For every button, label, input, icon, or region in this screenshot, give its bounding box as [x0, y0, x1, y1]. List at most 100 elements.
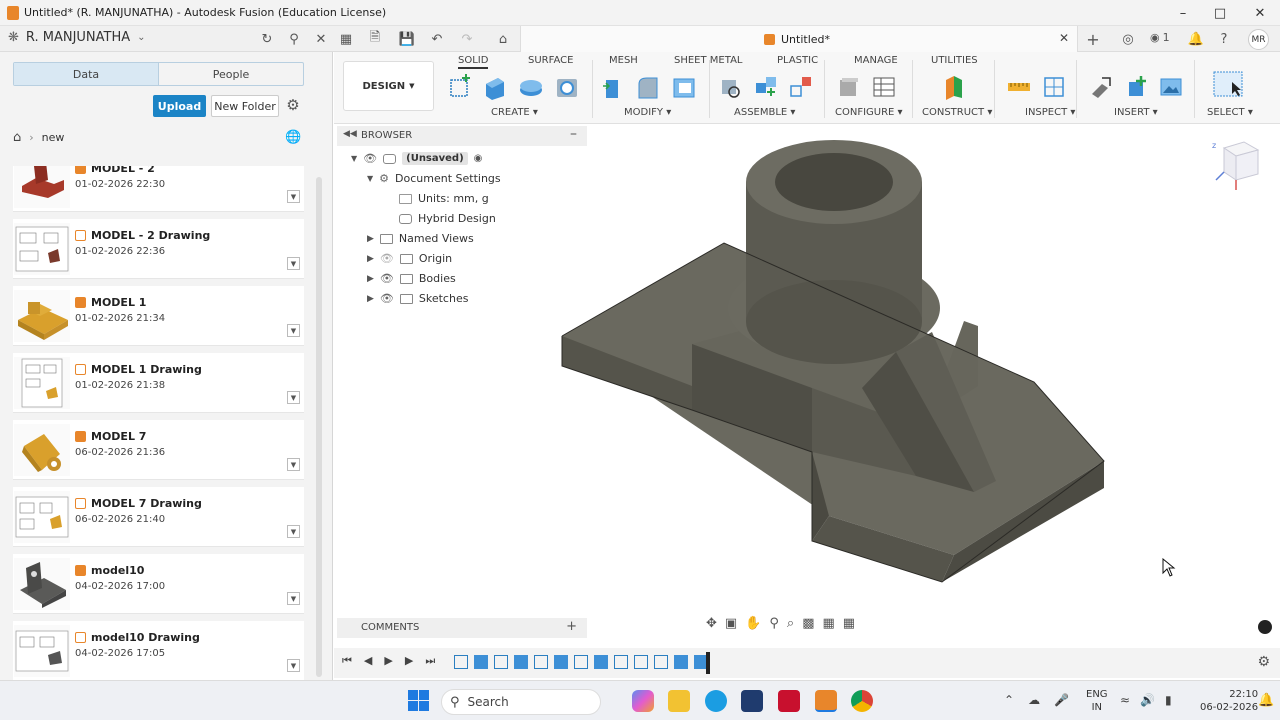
chevron-down-icon[interactable]: ▼	[287, 592, 300, 605]
list-item[interactable]: model10 04-02-2026 17:00 ▼	[13, 554, 304, 614]
search-icon[interactable]: ⚲	[285, 30, 303, 48]
refresh-icon[interactable]: ↻	[258, 30, 276, 48]
shell-icon[interactable]	[671, 74, 697, 100]
new-component-icon[interactable]	[718, 74, 744, 100]
viewports-icon[interactable]: ▦	[843, 616, 855, 631]
list-item[interactable]: MODEL 1 01-02-2026 21:34 ▼	[13, 286, 304, 346]
sketch-feature-icon[interactable]	[634, 655, 648, 669]
create-sketch-icon[interactable]	[448, 74, 474, 100]
visibility-eye-icon[interactable]: 👁	[380, 272, 394, 285]
notification-center-icon[interactable]: 🔔	[1258, 693, 1274, 708]
timeline-settings-icon[interactable]: ⚙	[1257, 654, 1270, 670]
chevron-right-icon[interactable]: ▶	[367, 274, 374, 284]
minimize-button[interactable]: –	[1163, 3, 1203, 23]
step-forward-icon[interactable]: ▶	[405, 654, 413, 668]
chevron-down-icon[interactable]: ▼	[287, 190, 300, 203]
app-grid-icon[interactable]: ▦	[337, 30, 355, 48]
press-pull-icon[interactable]	[600, 74, 626, 100]
chevron-up-icon[interactable]: ⌃	[1004, 693, 1014, 707]
tree-item-sketches[interactable]: ▶ 👁 Sketches	[367, 292, 468, 305]
feedback-icon[interactable]	[1258, 620, 1272, 634]
tab-surface[interactable]: SURFACE	[528, 55, 573, 66]
wifi-icon[interactable]: ≈	[1120, 693, 1130, 707]
chevron-down-icon[interactable]: ▼	[287, 391, 300, 404]
list-item[interactable]: MODEL 7 Drawing 06-02-2026 21:40 ▼	[13, 487, 304, 547]
chevron-down-icon[interactable]: ▼	[287, 257, 300, 270]
extrude-icon[interactable]	[482, 74, 508, 100]
go-to-end-icon[interactable]: ⏭	[425, 654, 435, 668]
chevron-down-icon[interactable]: ▼	[287, 525, 300, 538]
battery-icon[interactable]: ▮	[1165, 693, 1172, 707]
close-window-button[interactable]: ✕	[1240, 3, 1280, 23]
globe-icon[interactable]: 🌐	[285, 130, 301, 146]
microphone-icon[interactable]: 🎤	[1054, 693, 1069, 707]
extrude-feature-icon[interactable]	[554, 655, 568, 669]
step-back-icon[interactable]: ◀	[364, 654, 372, 668]
hole-icon[interactable]	[554, 74, 580, 100]
orbit-icon[interactable]: ✥	[706, 616, 717, 631]
home-icon[interactable]: ⌂	[13, 130, 21, 145]
microsoft-store-icon[interactable]	[741, 690, 763, 712]
insert-mcmaster-icon[interactable]	[1123, 74, 1149, 100]
taskbar-search[interactable]: ⚲ Search	[441, 689, 601, 715]
active-radio-icon[interactable]: ◉	[474, 153, 483, 164]
modify-menu[interactable]: MODIFY ▾	[624, 107, 671, 118]
extrude-feature-icon[interactable]	[594, 655, 608, 669]
clock[interactable]: 22:10 06-02-2026	[1200, 688, 1258, 714]
tab-plastic[interactable]: PLASTIC	[777, 55, 818, 66]
list-item[interactable]: MODEL 7 06-02-2026 21:36 ▼	[13, 420, 304, 480]
chevron-right-icon[interactable]: ▶	[367, 254, 374, 264]
fusion-taskbar-icon[interactable]	[815, 690, 837, 712]
configuration-table-icon[interactable]	[871, 74, 897, 100]
grid-icon[interactable]: ▦	[823, 616, 835, 631]
home-icon[interactable]: ⌂	[494, 30, 512, 48]
select-icon[interactable]	[1212, 70, 1246, 100]
tab-people[interactable]: People	[159, 63, 303, 85]
tab-solid[interactable]: SOLID	[458, 55, 489, 69]
chevron-down-icon[interactable]: ▼	[367, 174, 373, 183]
chevron-down-icon[interactable]: ▼	[287, 659, 300, 672]
tab-utilities[interactable]: UTILITIES	[931, 55, 978, 66]
fit-icon[interactable]: ⌕	[787, 616, 794, 631]
maximize-button[interactable]: □	[1200, 3, 1240, 23]
chevron-down-icon[interactable]: ▼	[351, 154, 357, 163]
edge-icon[interactable]	[705, 690, 727, 712]
construct-menu[interactable]: CONSTRUCT ▾	[922, 107, 992, 118]
tree-item-hybrid-design[interactable]: Hybrid Design	[399, 212, 496, 225]
sketch-feature-icon[interactable]	[494, 655, 508, 669]
add-comment-icon[interactable]: +	[566, 619, 577, 634]
insert-canvas-icon[interactable]	[1158, 74, 1184, 100]
visibility-eye-icon[interactable]: 👁	[363, 152, 377, 165]
tree-item-bodies[interactable]: ▶ 👁 Bodies	[367, 272, 456, 285]
comments-panel-header[interactable]: COMMENTS +	[337, 618, 587, 638]
cloud-icon[interactable]: ☁	[1028, 693, 1040, 707]
insert-derive-icon[interactable]	[1088, 74, 1114, 100]
sketch-feature-icon[interactable]	[454, 655, 468, 669]
tab-mesh[interactable]: MESH	[609, 55, 638, 66]
extensions-icon[interactable]: ◎	[1119, 30, 1137, 48]
avatar[interactable]: MR	[1248, 29, 1269, 50]
revolve-icon[interactable]	[518, 74, 544, 100]
sketch-feature-icon[interactable]	[574, 655, 588, 669]
insert-menu[interactable]: INSERT ▾	[1114, 107, 1158, 118]
tree-item-named-views[interactable]: ▶ Named Views	[367, 232, 474, 245]
go-to-start-icon[interactable]: ⏮	[342, 654, 352, 668]
volume-icon[interactable]: 🔊	[1140, 693, 1155, 707]
chevron-right-icon[interactable]: ▶	[367, 294, 374, 304]
zoom-icon[interactable]: ⚲	[769, 616, 779, 631]
user-menu[interactable]: ❋ R. MANJUNATHA ⌄	[8, 30, 146, 45]
select-menu[interactable]: SELECT ▾	[1207, 107, 1253, 118]
save-icon[interactable]: 💾	[398, 30, 416, 48]
hidden-eye-icon[interactable]: 👁	[380, 252, 394, 265]
minimize-panel-icon[interactable]: –	[570, 126, 577, 142]
configure-menu[interactable]: CONFIGURE ▾	[835, 107, 903, 118]
list-item[interactable]: model10 Drawing 04-02-2026 17:05 ▼	[13, 621, 304, 680]
tree-item-origin[interactable]: ▶ 👁 Origin	[367, 252, 452, 265]
sketch-feature-icon[interactable]	[534, 655, 548, 669]
file-list-scrollbar[interactable]	[316, 177, 322, 677]
chevron-right-icon[interactable]: ▶	[367, 234, 374, 244]
list-item[interactable]: MODEL - 2 01-02-2026 22:30 ▼	[13, 166, 304, 212]
language-indicator[interactable]: ENG IN	[1086, 688, 1108, 714]
chevron-down-icon[interactable]: ▼	[287, 324, 300, 337]
offset-plane-icon[interactable]	[940, 74, 966, 100]
